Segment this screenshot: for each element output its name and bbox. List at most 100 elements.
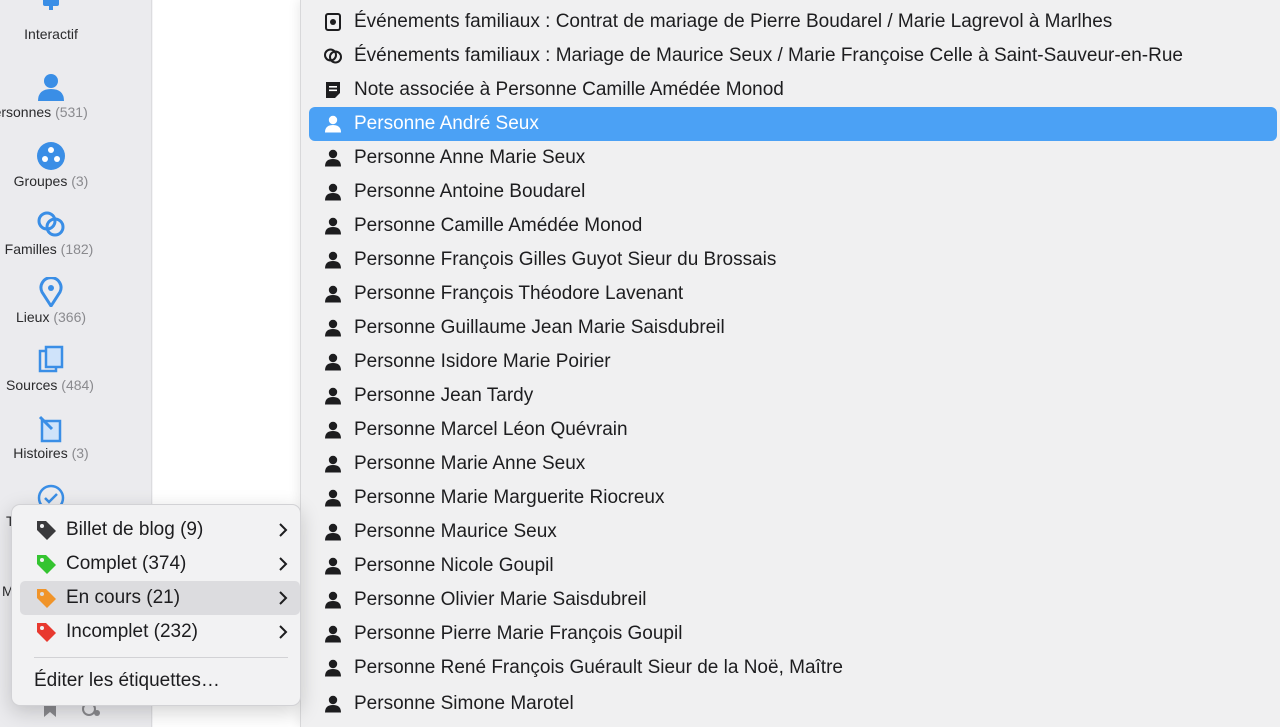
menu-item-person[interactable]: Personne André Seux xyxy=(309,107,1277,141)
person-icon xyxy=(323,556,343,576)
interactive-icon xyxy=(36,0,66,24)
chevron-right-icon xyxy=(279,523,288,537)
sidebar-item-sources[interactable]: Sources (484) xyxy=(0,345,102,393)
sidebar-item-personnes[interactable]: Personnes (531) xyxy=(0,72,102,120)
tag-icon xyxy=(37,623,56,642)
person-icon xyxy=(323,590,343,610)
note-icon xyxy=(323,80,343,100)
menu-item-label: Personne André Seux xyxy=(354,113,539,134)
menu-item-label: Personne Marie Marguerite Riocreux xyxy=(354,487,665,508)
menu-item-label: Personne Nicole Goupil xyxy=(354,555,554,576)
families-icon xyxy=(36,209,66,239)
tag-icon xyxy=(37,555,56,574)
tag-menu-item-incomplet[interactable]: Incomplet (232) xyxy=(20,615,300,649)
menu-item-label: Personne Camille Amédée Monod xyxy=(354,215,643,236)
person-icon xyxy=(323,694,343,714)
stories-icon xyxy=(36,413,66,443)
tag-icon xyxy=(37,589,56,608)
menu-item-event[interactable]: Événements familiaux : Mariage de Mauric… xyxy=(309,39,1277,73)
menu-item-label: Personne Isidore Marie Poirier xyxy=(354,351,611,372)
menu-item-label: Personne Simone Marotel xyxy=(354,693,574,714)
person-icon xyxy=(323,624,343,644)
sidebar-item-count: (3) xyxy=(71,445,89,461)
menu-item-person[interactable]: Personne René François Guérault Sieur de… xyxy=(309,651,1277,685)
menu-item-label: Personne René François Guérault Sieur de… xyxy=(354,657,843,678)
person-icon xyxy=(323,148,343,168)
person-icon xyxy=(323,658,343,678)
menu-item-label: Événements familiaux : Contrat de mariag… xyxy=(354,11,1113,32)
menu-item-person[interactable]: Personne Anne Marie Seux xyxy=(309,141,1277,175)
menu-item-label: Personne Maurice Seux xyxy=(354,521,557,542)
menu-item-person[interactable]: Personne Camille Amédée Monod xyxy=(309,209,1277,243)
sidebar-item-label: Sources xyxy=(6,377,58,393)
person-icon xyxy=(323,488,343,508)
menu-item-event[interactable]: Événements familiaux : Contrat de mariag… xyxy=(309,5,1277,39)
edit-tags-menu-item[interactable]: Éditer les étiquettes… xyxy=(34,670,220,692)
menu-item-note[interactable]: Note associée à Personne Camille Amédée … xyxy=(309,73,1277,107)
person-icon xyxy=(323,216,343,236)
person-icon xyxy=(323,454,343,474)
menu-item-person[interactable]: Personne Antoine Boudarel xyxy=(309,175,1277,209)
tag-menu-label: Complet (374) xyxy=(66,553,187,574)
sidebar-item-label: Interactif xyxy=(24,26,78,42)
menu-item-label: Personne Marie Anne Seux xyxy=(354,453,586,474)
menu-item-person[interactable]: Personne François Gilles Guyot Sieur du … xyxy=(309,243,1277,277)
menu-item-label: Personne Pierre Marie François Goupil xyxy=(354,623,683,644)
navigation-menu: Événements familiaux : Contrat de mariag… xyxy=(300,0,1280,727)
sidebar-item-count: (531) xyxy=(55,104,88,120)
menu-item-person[interactable]: Personne Guillaume Jean Marie Saisdubrei… xyxy=(309,311,1277,345)
sidebar-item-count: (182) xyxy=(60,241,94,257)
menu-item-label: Personne Jean Tardy xyxy=(354,385,534,406)
person-icon xyxy=(323,318,343,338)
person-icon xyxy=(323,386,343,406)
menu-item-label: Personne Olivier Marie Saisdubreil xyxy=(354,589,647,610)
menu-item-label: Personne François Théodore Lavenant xyxy=(354,283,684,304)
contract-icon xyxy=(323,12,343,32)
sidebar-item-lieux[interactable]: Lieux (366) xyxy=(0,277,102,325)
chevron-right-icon xyxy=(279,591,288,605)
tag-menu-item-blog[interactable]: Billet de blog (9) xyxy=(20,513,300,547)
menu-item-label: Personne Anne Marie Seux xyxy=(354,147,586,168)
tag-menu-item-complet[interactable]: Complet (374) xyxy=(20,547,300,581)
menu-item-person[interactable]: Personne François Théodore Lavenant xyxy=(309,277,1277,311)
menu-item-person[interactable]: Personne Isidore Marie Poirier xyxy=(309,345,1277,379)
menu-item-label: Note associée à Personne Camille Amédée … xyxy=(354,79,784,100)
sidebar-item-histoires[interactable]: Histoires (3) xyxy=(0,413,102,461)
menu-item-label: Personne François Gilles Guyot Sieur du … xyxy=(354,249,777,270)
tag-menu-label: Billet de blog (9) xyxy=(66,519,204,540)
tag-icon xyxy=(37,521,56,540)
groups-icon xyxy=(36,141,66,171)
sidebar-item-label: Familles xyxy=(4,241,57,257)
menu-item-label: Personne Antoine Boudarel xyxy=(354,181,586,202)
sidebar-item-groupes[interactable]: Groupes (3) xyxy=(0,141,102,189)
person-icon xyxy=(36,72,66,102)
menu-item-person[interactable]: Personne Marcel Léon Quévrain xyxy=(309,413,1277,447)
tag-menu-label: En cours (21) xyxy=(66,587,181,608)
menu-item-person[interactable]: Personne Olivier Marie Saisdubreil xyxy=(309,583,1277,617)
menu-item-person[interactable]: Personne Marie Anne Seux xyxy=(309,447,1277,481)
sidebar-item-label: Personnes xyxy=(0,104,52,120)
sidebar-item-familles[interactable]: Familles (182) xyxy=(0,209,102,257)
menu-item-person[interactable]: Personne Simone Marotel xyxy=(309,687,1277,721)
menu-item-label: Personne Guillaume Jean Marie Saisdubrei… xyxy=(354,317,725,338)
sidebar-item-count: (366) xyxy=(53,309,87,325)
menu-item-person[interactable]: Personne Maurice Seux xyxy=(309,515,1277,549)
sidebar-item-label: Lieux xyxy=(15,309,50,325)
tag-menu-label: Incomplet (232) xyxy=(66,621,199,642)
chevron-right-icon xyxy=(279,557,288,571)
menu-item-person[interactable]: Personne Pierre Marie François Goupil xyxy=(309,617,1277,651)
menu-item-person[interactable]: Personne Jean Tardy xyxy=(309,379,1277,413)
menu-item-person[interactable]: Personne Nicole Goupil xyxy=(309,549,1277,583)
sidebar-item-count: (484) xyxy=(61,377,94,393)
tag-menu-item-en-cours[interactable]: En cours (21) xyxy=(20,581,300,615)
chevron-right-icon xyxy=(279,625,288,639)
sidebar-item-label: Groupes xyxy=(13,173,68,189)
person-icon xyxy=(323,522,343,542)
person-icon xyxy=(323,114,343,134)
menu-item-person[interactable]: Personne Marie Marguerite Riocreux xyxy=(309,481,1277,515)
sidebar-item-interactif[interactable]: Interactif xyxy=(0,0,102,42)
menu-item-label: Événements familiaux : Mariage de Mauric… xyxy=(354,45,1183,66)
marriage-rings-icon xyxy=(323,46,343,66)
sidebar-item-label: Histoires xyxy=(13,445,68,461)
menu-divider xyxy=(34,657,288,658)
